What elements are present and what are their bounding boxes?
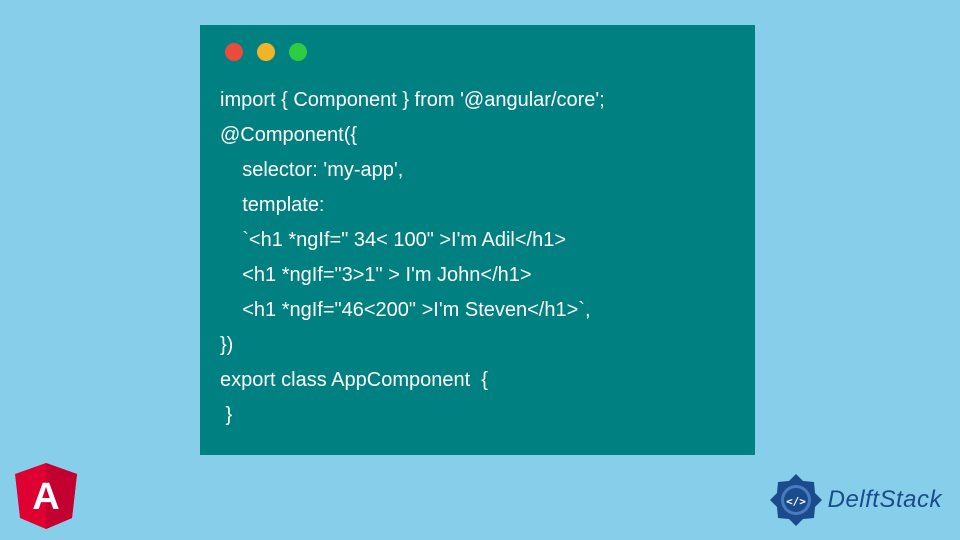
- code-window: import { Component } from '@angular/core…: [200, 25, 755, 455]
- window-controls: [225, 43, 735, 61]
- angular-logo-icon: A: [15, 463, 77, 534]
- code-line: `<h1 *ngIf=" 34< 100" >I'm Adil</h1>: [220, 229, 566, 251]
- code-line: selector: 'my-app',: [220, 159, 403, 181]
- minimize-dot: [257, 43, 275, 61]
- svg-text:</>: </>: [786, 495, 806, 508]
- code-line: }: [220, 404, 232, 426]
- svg-text:A: A: [32, 476, 59, 518]
- code-line: import { Component } from '@angular/core…: [220, 89, 605, 111]
- delftstack-badge-icon: </>: [768, 472, 824, 528]
- code-line: }): [220, 334, 233, 356]
- code-line: <h1 *ngIf="3>1" > I'm John</h1>: [220, 264, 532, 286]
- delftstack-label: DelftStack: [828, 486, 942, 514]
- code-line: <h1 *ngIf="46<200" >I'm Steven</h1>`,: [220, 299, 591, 321]
- code-block: import { Component } from '@angular/core…: [220, 83, 735, 433]
- maximize-dot: [289, 43, 307, 61]
- delftstack-logo: </> DelftStack: [768, 472, 942, 528]
- close-dot: [225, 43, 243, 61]
- code-line: export class AppComponent {: [220, 369, 488, 391]
- code-line: @Component({: [220, 124, 357, 146]
- code-line: template:: [220, 194, 325, 216]
